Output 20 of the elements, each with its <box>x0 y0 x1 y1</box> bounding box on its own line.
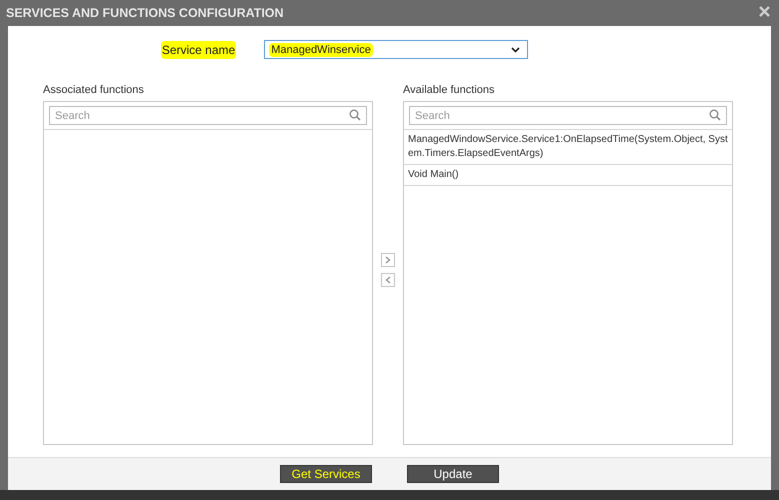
close-icon[interactable] <box>759 6 770 16</box>
search-icon <box>709 109 721 121</box>
footer-button[interactable]: Get Services <box>280 465 372 483</box>
search-field[interactable]: Search <box>49 106 367 125</box>
chevron-right-icon <box>385 256 391 264</box>
function-item[interactable]: ManagedWindowService.Service1:OnElapsedTime(System.Object, System.Timers.ElapsedEventArgs) <box>404 130 732 165</box>
service-name-dropdown[interactable]: ManagedWinservice <box>264 40 528 59</box>
service-name-label: Service name <box>160 40 236 58</box>
window-title: SERVICES AND FUNCTIONS CONFIGURATION <box>6 6 284 20</box>
chevron-left-icon <box>385 276 391 284</box>
selected-value: ManagedWinservice <box>269 42 373 56</box>
chevron-down-icon <box>511 46 520 52</box>
search-icon <box>349 109 361 121</box>
search-field[interactable]: Search <box>409 106 727 125</box>
footer-button[interactable]: Update <box>407 465 499 483</box>
move-left-button[interactable] <box>381 272 395 286</box>
move-right-button[interactable] <box>381 252 395 266</box>
list-title: Available functions <box>403 84 496 96</box>
list-title: Associated functions <box>43 84 145 96</box>
function-item[interactable]: Void Main() <box>404 165 732 186</box>
